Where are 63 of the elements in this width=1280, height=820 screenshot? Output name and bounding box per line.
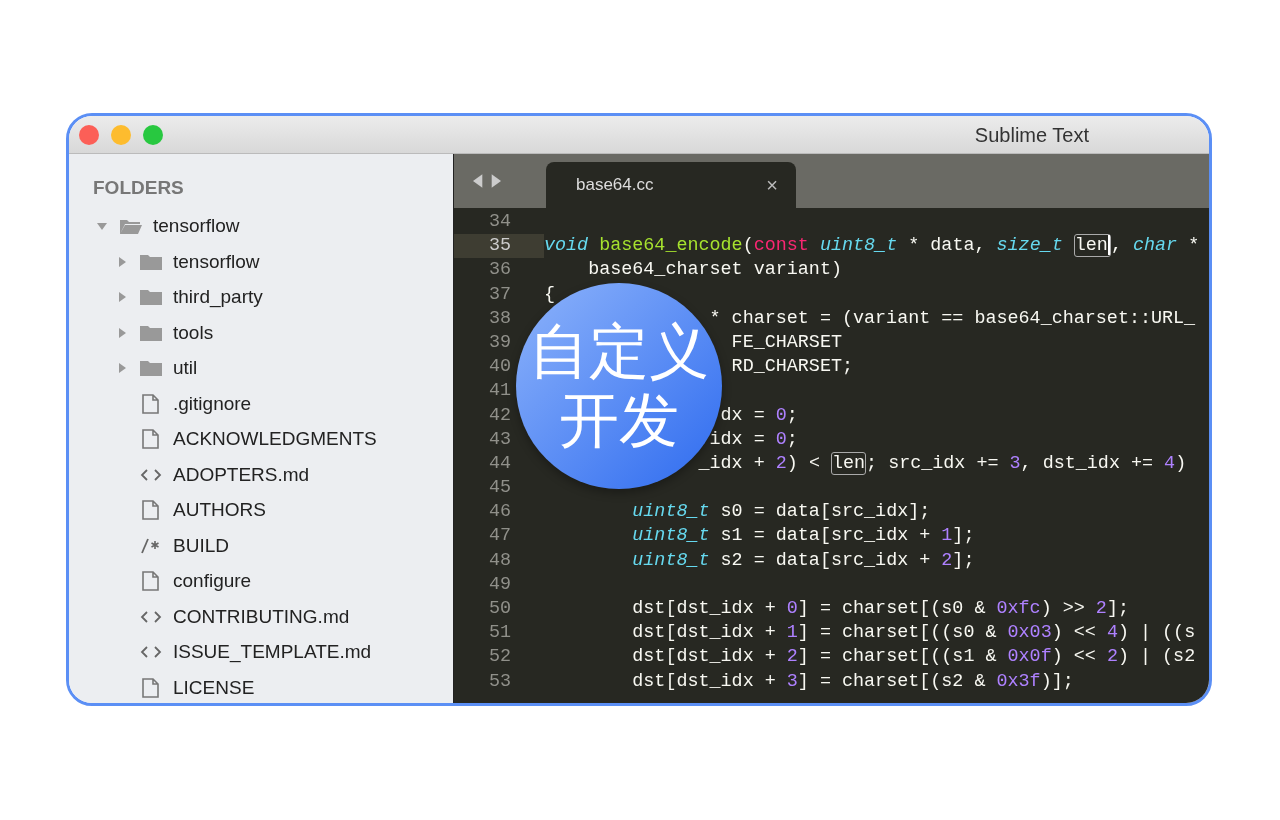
line-number: 38	[487, 306, 512, 331]
file-item[interactable]: CONTRIBUTING.md	[173, 602, 350, 631]
folder-icon	[139, 358, 163, 379]
sidebar-heading: FOLDERS	[93, 176, 185, 200]
line-number: 45	[487, 476, 512, 501]
folder-icon	[139, 287, 163, 308]
code-line: FE_CHARSET	[730, 330, 842, 355]
code-line: uint8_t s0 = data[src_idx];	[631, 500, 931, 525]
line-number: 42	[487, 403, 512, 428]
collapsed-arrow-icon[interactable]	[116, 362, 128, 375]
file-item[interactable]: .gitignore	[173, 389, 252, 418]
file-item[interactable]: LICENSE	[173, 673, 255, 702]
line-number: 50	[487, 597, 512, 621]
code-line: dst[dst_idx + 2] = charset[((s1 & 0x0f) << 2) | (s2	[631, 645, 1196, 670]
code-line: uint8_t s2 = data[src_idx + 2];	[631, 548, 975, 573]
line-number: 52	[487, 645, 512, 670]
close-button[interactable]	[79, 124, 99, 145]
close-icon[interactable]: ×	[766, 170, 778, 200]
file-item[interactable]: BUILD	[173, 531, 229, 560]
line-number: 36	[487, 258, 512, 283]
folder-item[interactable]: tensorflow	[173, 247, 260, 276]
file-item[interactable]: configure	[173, 567, 252, 596]
line-number: 35	[454, 234, 544, 259]
collapsed-arrow-icon[interactable]	[116, 291, 128, 304]
code-line: dst[dst_idx + 0] = charset[(s0 & 0xfc) >> 2];	[631, 597, 1129, 621]
zoom-button[interactable]	[143, 124, 163, 145]
line-number: 47	[487, 524, 512, 549]
code-line: uint8_t s1 = data[src_idx + 1];	[631, 524, 975, 549]
code-line: void base64_encode(const uint8_t * data, size_t len , char *	[544, 234, 1200, 259]
line-number: 41	[487, 379, 512, 404]
badge-text: 自定义开发	[529, 317, 709, 455]
code-line: {	[544, 282, 556, 307]
line-number: 40	[487, 355, 512, 380]
line-number: 34	[487, 210, 512, 234]
file-item[interactable]: ACKNOWLEDGMENTS	[173, 425, 377, 454]
line-number: 46	[487, 500, 512, 525]
window-title: Sublime Text	[974, 122, 1089, 148]
line-number: 44	[487, 451, 512, 476]
editor-tab[interactable]: base64.cc ×	[546, 162, 796, 208]
collapsed-arrow-icon[interactable]	[116, 326, 128, 339]
file-item[interactable]: ISSUE_TEMPLATE.md	[173, 638, 372, 667]
code-line: * charset = (variant == base64_charset::URL_	[708, 306, 1196, 331]
line-number: 39	[487, 330, 512, 355]
folder-item[interactable]: tools	[173, 318, 214, 347]
line-number: 43	[487, 427, 512, 452]
line-number: 48	[487, 548, 512, 573]
minimize-button[interactable]	[111, 124, 131, 145]
folder-item[interactable]: tensorflow	[153, 212, 240, 241]
code-line: dst[dst_idx + 3] = charset[(s2 & 0x3f)];	[631, 669, 1074, 694]
code-line: idx = 0;	[708, 427, 798, 452]
line-number: 51	[487, 621, 512, 646]
code-line: base64_charset variant)	[587, 258, 842, 283]
file-item[interactable]: AUTHORS	[173, 496, 266, 525]
code-line: dx = 0;	[719, 403, 798, 428]
collapsed-arrow-icon[interactable]	[116, 255, 128, 268]
folder-item[interactable]: third_party	[173, 283, 263, 312]
line-number: 49	[487, 572, 512, 597]
line-number: 37	[487, 282, 512, 307]
line-number: 53	[487, 669, 512, 694]
folder-item[interactable]: util	[173, 354, 198, 383]
file-item[interactable]: ADOPTERS.md	[173, 460, 310, 489]
code-line: dst[dst_idx + 1] = charset[((s0 & 0x03) << 4) | ((s	[631, 621, 1196, 646]
code-line: RD_CHARSET;	[730, 355, 853, 380]
